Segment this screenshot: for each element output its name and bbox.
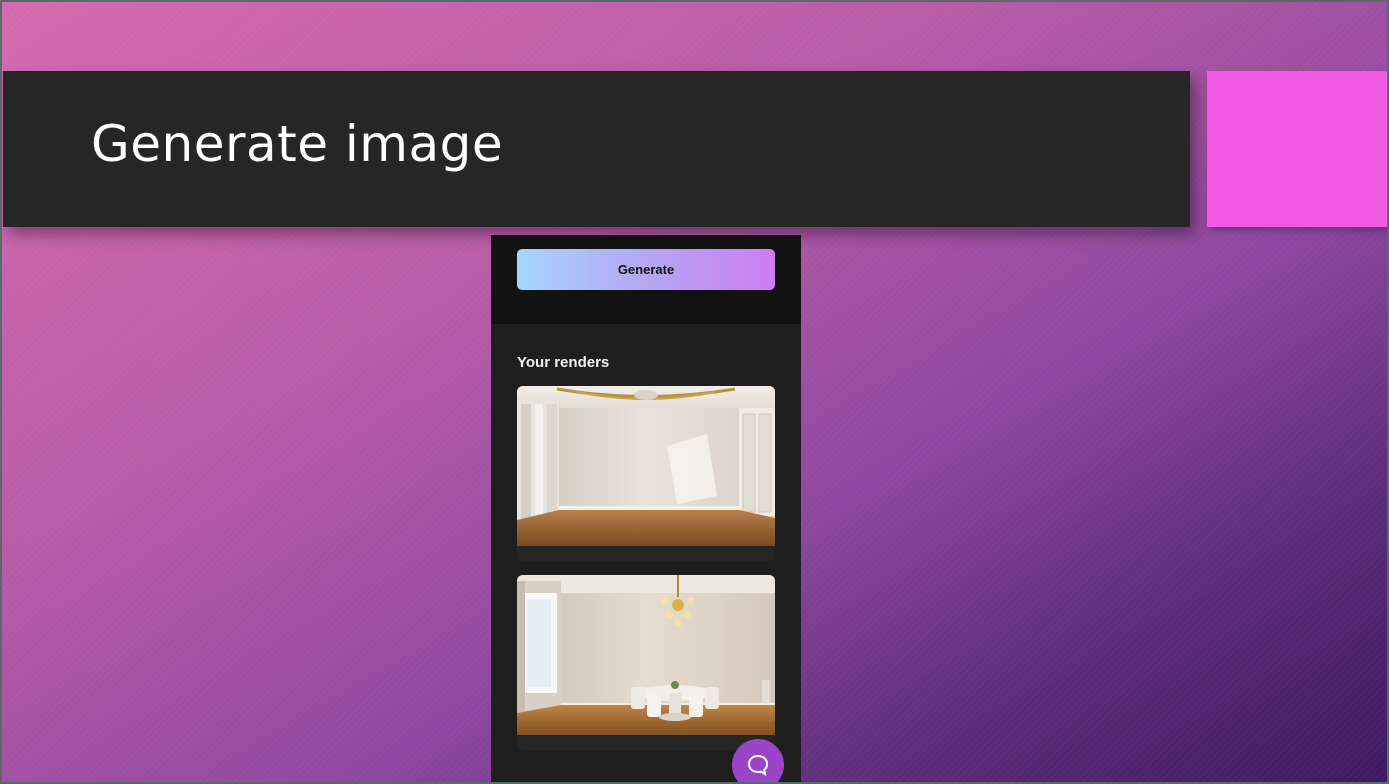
accent-block [1207, 71, 1387, 227]
generate-button[interactable]: Generate [517, 249, 775, 290]
chat-button[interactable] [732, 739, 784, 782]
title-bar: Generate image [3, 71, 1190, 227]
chat-bubble-icon [747, 754, 769, 776]
app-screenshot: Generate Your renders [491, 235, 801, 782]
renders-heading: Your renders [517, 354, 610, 371]
generate-panel: Generate [491, 235, 801, 324]
slide: Generate image Generate Your renders [0, 0, 1389, 784]
render-card-dining-room[interactable] [517, 575, 775, 750]
dining-room-render-image [517, 575, 775, 735]
render-card-empty-room[interactable] [517, 386, 775, 561]
empty-room-render-image [517, 386, 775, 546]
slide-title: Generate image [91, 115, 504, 173]
